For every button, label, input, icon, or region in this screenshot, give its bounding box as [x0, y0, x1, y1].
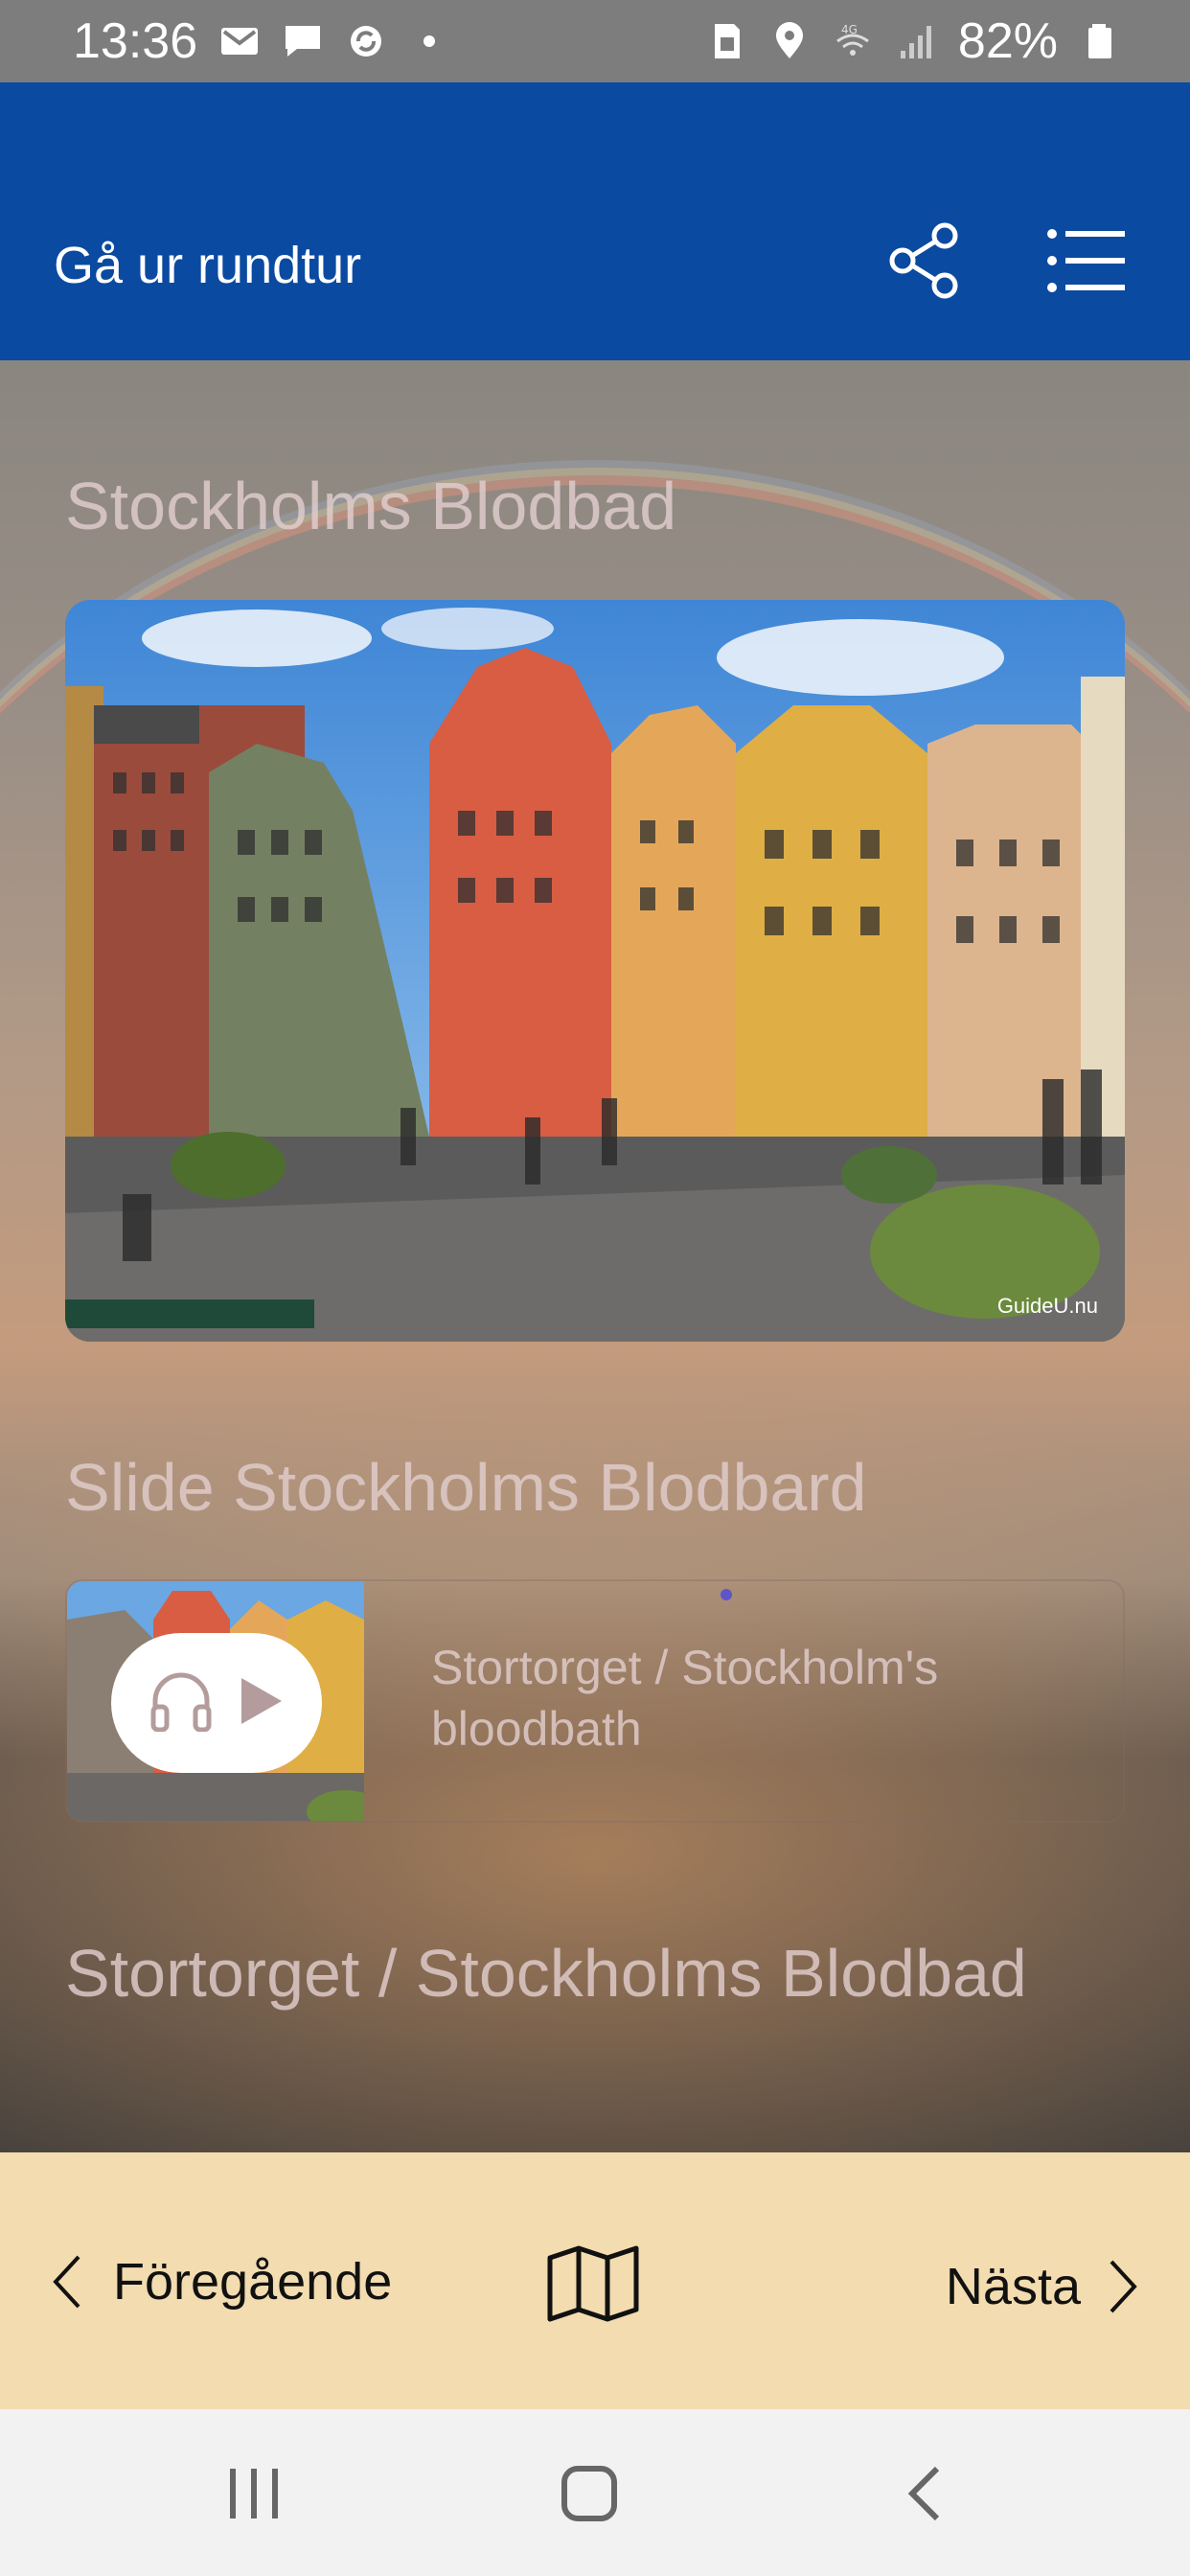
battery-percent: 82% — [957, 13, 1058, 69]
map-icon[interactable] — [546, 2244, 640, 2323]
next-button[interactable]: Nästa — [946, 2248, 1140, 2325]
location-icon — [768, 22, 811, 60]
status-time: 13:36 — [73, 13, 198, 69]
mail-icon — [218, 22, 261, 60]
battery-icon — [1079, 22, 1121, 60]
chevron-right-icon — [1108, 2258, 1140, 2315]
chat-icon — [282, 22, 324, 60]
slide-card-text: Stortorget / Stockholm's bloodbath — [431, 1641, 939, 1756]
location-heading: Stortorget / Stockholms Blodbad — [65, 1936, 1027, 2011]
headphones-icon — [148, 1670, 215, 1736]
status-left: 13:36 — [73, 12, 450, 70]
image-watermark: GuideU.nu — [996, 1294, 1098, 1318]
audio-slide-card[interactable]: Stortorget / Stockholm's bloodbath — [65, 1579, 1125, 1823]
page-title: Stockholms Blodbad — [65, 469, 677, 543]
indicator-dot — [721, 1589, 732, 1600]
sync-icon — [345, 22, 387, 60]
back-icon[interactable] — [904, 2463, 943, 2524]
bottom-nav: Föregående Nästa — [0, 2152, 1190, 2409]
status-right: 4G 82% — [705, 12, 1121, 70]
hero-image: GuideU.nu — [65, 600, 1125, 1342]
recent-apps-icon[interactable] — [226, 2463, 284, 2524]
home-icon[interactable] — [560, 2463, 619, 2524]
previous-button[interactable]: Föregående — [50, 2220, 395, 2344]
slide-heading: Slide Stockholms Blodbard — [65, 1450, 867, 1525]
previous-label: Föregående — [113, 2253, 393, 2311]
system-nav-bar — [0, 2409, 1190, 2576]
chevron-left-icon — [50, 2253, 82, 2311]
signal-icon — [895, 22, 937, 60]
dot-icon — [408, 22, 450, 60]
share-icon[interactable] — [887, 222, 964, 299]
wifi-4g-icon: 4G — [832, 22, 874, 60]
play-audio-button[interactable] — [111, 1633, 322, 1773]
next-label: Nästa — [945, 2258, 1081, 2315]
list-menu-icon[interactable] — [1046, 226, 1125, 295]
tour-content[interactable]: Stockholms Blodbad GuideU.nu Slide Stock… — [0, 360, 1190, 2152]
sim-icon — [705, 22, 747, 60]
exit-tour-button[interactable]: Gå ur rundtur — [54, 236, 361, 295]
play-icon — [238, 1674, 286, 1733]
app-bar: Gå ur rundtur — [0, 82, 1190, 360]
status-bar: 13:36 4G 82% — [0, 0, 1190, 82]
